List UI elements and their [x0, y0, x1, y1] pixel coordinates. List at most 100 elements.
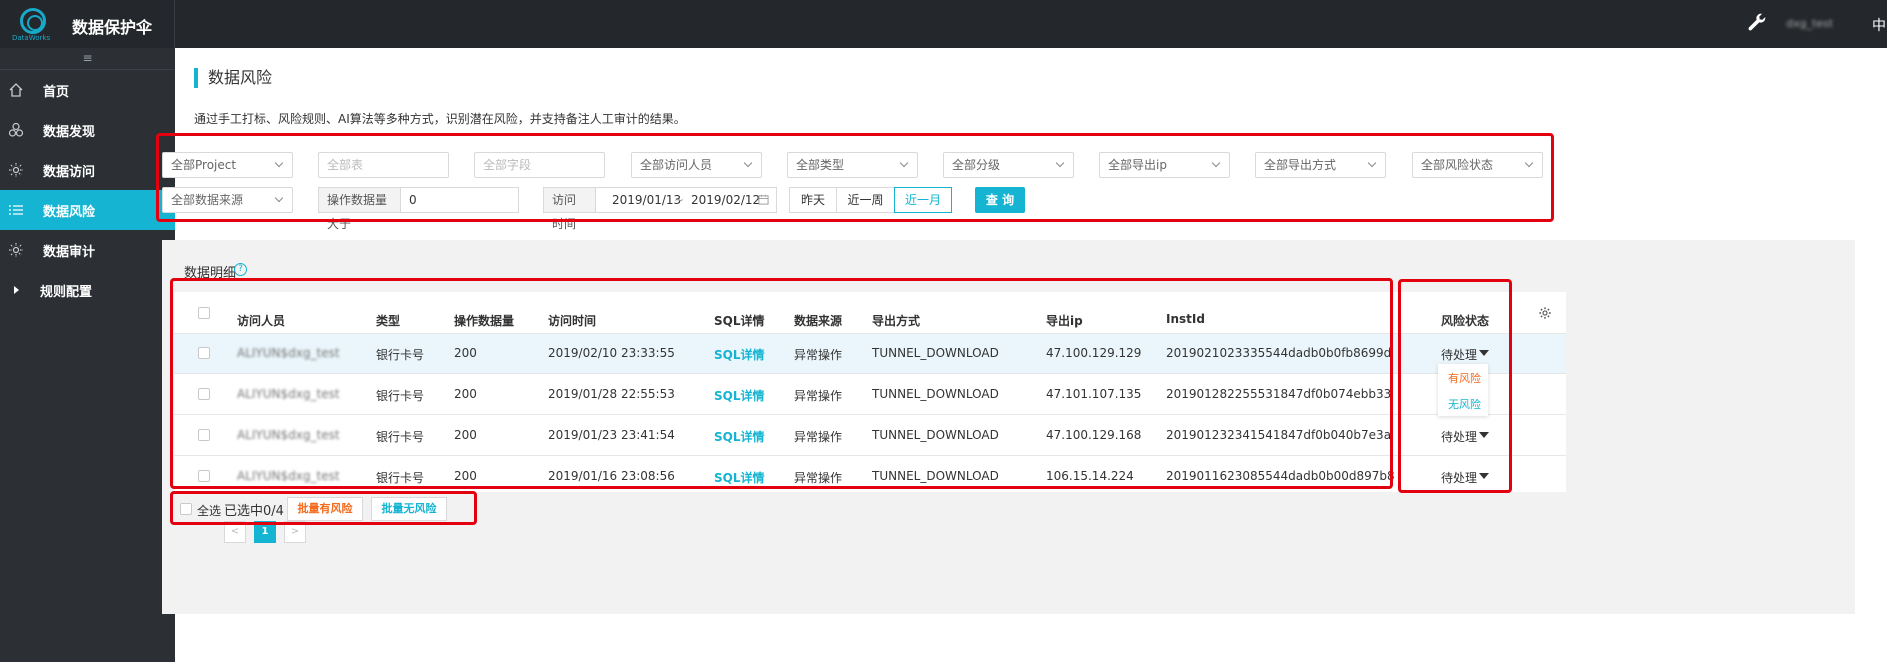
sidebar-item-rules[interactable]: 规则配置: [0, 270, 175, 310]
quick-yesterday[interactable]: 昨天: [789, 187, 837, 213]
row-checkbox[interactable]: [198, 347, 210, 359]
select-all-checkbox[interactable]: [180, 503, 192, 515]
visit-time-label: 访问时间: [543, 187, 596, 231]
calendar-icon: [758, 194, 769, 205]
list-icon: [9, 205, 23, 215]
select-value: 全部导出ip: [1108, 158, 1167, 172]
sidebar-item-label: 数据发现: [43, 124, 96, 140]
sidebar-item-label: 首页: [43, 84, 70, 100]
brand[interactable]: DataWorks 数据保护伞: [0, 0, 175, 48]
bulk-no-risk-button[interactable]: 批量无风险: [371, 497, 447, 521]
row-checkbox[interactable]: [198, 470, 210, 482]
select-value: 全部类型: [796, 158, 845, 172]
level-select[interactable]: 全部分级: [943, 152, 1074, 178]
date-range-picker[interactable]: 2019/01/13 ~ 2019/02/12: [595, 187, 777, 213]
bulk-risk-button[interactable]: 批量有风险: [287, 497, 363, 521]
field-input[interactable]: 全部字段: [474, 152, 605, 178]
pager-page-button[interactable]: 1: [254, 521, 276, 543]
select-value: 全部数据来源: [171, 193, 244, 207]
triangle-right-icon: [14, 286, 19, 294]
caret-down-icon[interactable]: [1479, 432, 1489, 438]
risk-status-dropdown[interactable]: 待处理: [1441, 346, 1477, 363]
select-value: 全部分级: [952, 158, 1001, 172]
col-type: 类型: [376, 314, 401, 328]
col-instid: InstId: [1166, 312, 1205, 326]
app-title: 数据保护伞: [72, 18, 153, 37]
row-checkbox[interactable]: [198, 429, 210, 441]
chevron-down-icon: [1055, 158, 1065, 168]
sidebar-item-audit[interactable]: 数据审计: [0, 230, 175, 270]
row-time: 2019/01/23 23:41:54: [548, 428, 675, 442]
sidebar-item-label: 数据审计: [43, 244, 96, 260]
menu-item-risk[interactable]: 有风险: [1448, 370, 1481, 386]
risk-status-dropdown[interactable]: 待处理: [1441, 428, 1477, 445]
sidebar: ≡ 首页 数据发现 数据访问 数据风险 数据审计 规则配置: [0, 48, 175, 662]
col-time: 访问时间: [548, 314, 597, 328]
export-ip-select[interactable]: 全部导出ip: [1099, 152, 1230, 178]
row-instid: 201901282255531847df0b074ebb33: [1166, 387, 1392, 401]
risk-status-dropdown[interactable]: 待处理: [1441, 469, 1477, 486]
sql-detail-link[interactable]: SQL详情: [714, 428, 765, 445]
col-count: 操作数据量: [454, 314, 515, 328]
row-instid: 2019021023335544dadb0b0fb8699d: [1166, 346, 1392, 360]
sidebar-item-risk[interactable]: 数据风险: [0, 190, 175, 230]
access-icon: [9, 163, 23, 177]
row-count: 200: [454, 387, 477, 401]
table-input[interactable]: 全部表: [318, 152, 449, 178]
select-all-label[interactable]: 全选: [197, 502, 221, 519]
sidebar-item-home[interactable]: 首页: [0, 70, 175, 110]
chevron-down-icon: [743, 158, 753, 168]
sql-detail-link[interactable]: SQL详情: [714, 346, 765, 363]
language-switch[interactable]: 中: [1872, 15, 1886, 35]
dataworks-logo-icon: [20, 8, 46, 34]
select-value: 全部风险状态: [1421, 158, 1494, 172]
row-count: 200: [454, 469, 477, 483]
user-name[interactable]: dxg_test: [1786, 17, 1833, 30]
data-source-select[interactable]: 全部数据来源: [162, 187, 293, 213]
gear-icon[interactable]: [1538, 306, 1552, 320]
section-title: 数据明细: [184, 266, 237, 281]
export-method-select[interactable]: 全部导出方式: [1255, 152, 1386, 178]
sidebar-item-label: 规则配置: [40, 284, 93, 300]
op-count-input[interactable]: 0: [400, 187, 519, 213]
chevron-down-icon: [274, 193, 284, 203]
quick-last-month[interactable]: 近一月: [894, 187, 952, 213]
row-ip: 106.15.14.224: [1046, 469, 1134, 483]
wrench-icon[interactable]: [1746, 12, 1768, 34]
chevron-down-icon: [1524, 158, 1534, 168]
sql-detail-link[interactable]: SQL详情: [714, 387, 765, 404]
discover-icon: [8, 122, 24, 137]
row-user: ALIYUN$dxg_test: [237, 387, 340, 401]
risk-status-menu: 有风险 无风险: [1438, 364, 1488, 416]
col-visitor: 访问人员: [237, 314, 286, 328]
visitor-select[interactable]: 全部访问人员: [631, 152, 762, 178]
caret-down-icon[interactable]: [1479, 473, 1489, 479]
type-select[interactable]: 全部类型: [787, 152, 918, 178]
row-checkbox[interactable]: [198, 388, 210, 400]
sql-detail-link[interactable]: SQL详情: [714, 469, 765, 486]
sidebar-item-access[interactable]: 数据访问: [0, 150, 175, 190]
page-description: 通过手工打标、风险规则、AI算法等多种方式，识别潜在风险，并支持备注人工审计的结…: [194, 112, 686, 126]
chevron-down-icon: [274, 158, 284, 168]
row-count: 200: [454, 428, 477, 442]
row-time: 2019/01/16 23:08:56: [548, 469, 675, 483]
select-all-header-checkbox[interactable]: [198, 307, 210, 319]
sidebar-collapse-toggle[interactable]: ≡: [0, 48, 175, 70]
caret-down-icon[interactable]: [1479, 350, 1489, 356]
row-type: 银行卡号: [376, 389, 425, 403]
query-button[interactable]: 查 询: [975, 187, 1025, 213]
pager-next-button[interactable]: >: [284, 521, 306, 543]
risk-status-select[interactable]: 全部风险状态: [1412, 152, 1543, 178]
row-method: TUNNEL_DOWNLOAD: [872, 346, 999, 360]
project-select[interactable]: 全部Project: [162, 152, 293, 178]
sidebar-item-discover[interactable]: 数据发现: [0, 110, 175, 150]
home-icon: [9, 83, 23, 97]
row-source: 异常操作: [794, 389, 843, 403]
help-icon[interactable]: ?: [234, 263, 247, 276]
op-count-label: 操作数据量大于: [318, 187, 401, 231]
date-separator: ~: [674, 193, 685, 207]
logo-subtitle: DataWorks: [12, 34, 51, 42]
menu-item-no-risk[interactable]: 无风险: [1448, 396, 1481, 412]
quick-last-week[interactable]: 近一周: [836, 187, 895, 213]
pager-prev-button[interactable]: <: [224, 521, 246, 543]
